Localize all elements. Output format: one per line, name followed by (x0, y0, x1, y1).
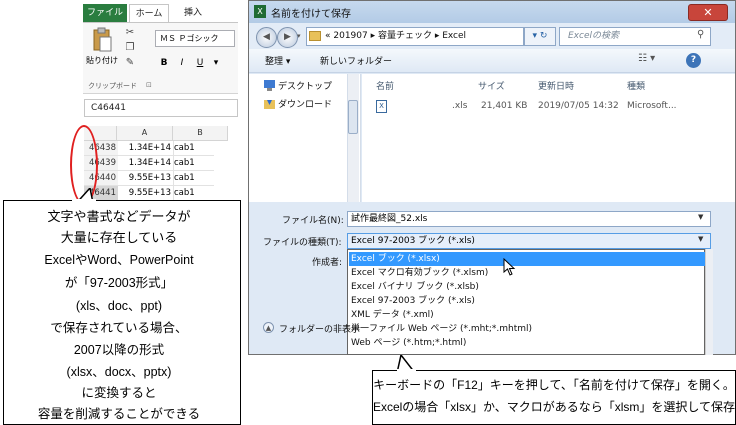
back-button[interactable]: ◀ (256, 27, 277, 48)
cell-b[interactable]: cab1 (172, 171, 214, 186)
underline-button[interactable]: U (193, 57, 207, 70)
downloads-icon (264, 100, 275, 109)
cut-icon[interactable]: ✂ (123, 27, 137, 39)
filetype-option[interactable]: Excel マクロ有効ブック (*.xlsm) (349, 266, 705, 280)
callout-left-line: が「97-2003形式」 (64, 276, 174, 290)
forward-button[interactable]: ▶ (277, 27, 298, 48)
mouse-cursor-icon (503, 258, 516, 276)
italic-button[interactable]: I (175, 57, 189, 70)
cell-b[interactable]: cab1 (172, 141, 214, 156)
new-folder-button[interactable]: 新しいフォルダー (320, 54, 392, 67)
column-name[interactable]: 名前 (376, 79, 394, 92)
file-name-ext[interactable]: .xls (452, 101, 467, 111)
filetype-label: ファイルの種類(T): (263, 238, 342, 248)
bold-button[interactable]: B (157, 57, 171, 70)
cell-a[interactable]: 9.55E+13 (117, 171, 174, 186)
column-header-b[interactable]: B (173, 126, 228, 141)
file-modified: 2019/07/05 14:32 (538, 101, 619, 111)
filetype-option[interactable]: 単一ファイル Web ページ (*.mht;*.mhtml) (349, 322, 705, 336)
filetype-option[interactable]: Excel 97-2003 ブック (*.xls) (349, 294, 705, 308)
address-bar[interactable]: « 201907 ▸ 容量チェック ▸ Excel (306, 27, 524, 46)
clipboard-launcher-icon[interactable]: ⊡ (146, 81, 152, 89)
cell-b[interactable]: cab1 (172, 156, 214, 171)
navigation-pane (249, 74, 361, 202)
column-type[interactable]: 種類 (627, 79, 645, 92)
filetype-option[interactable]: Excel ブック (*.xlsx) (349, 252, 705, 266)
callout-left-line: 容量を削減することができる (37, 407, 201, 421)
name-box[interactable]: C46441 (84, 99, 238, 117)
chevron-down-icon[interactable]: ▼ (698, 235, 703, 243)
dropdown-scrollbar[interactable] (705, 249, 713, 355)
callout-left-line: で保存されている場合、 (50, 321, 188, 335)
file-size: 21,401 KB (481, 101, 528, 111)
filetype-select[interactable]: Excel 97-2003 ブック (*.xls) (347, 233, 711, 249)
close-button[interactable]: ✕ (688, 4, 728, 21)
filename-input[interactable]: 試作最終図_52.xls (347, 211, 711, 227)
search-input[interactable]: Excelの検索 (559, 27, 711, 46)
file-type: Microsoft... (627, 101, 677, 111)
callout-pointer-mask (397, 369, 416, 373)
chevron-up-icon[interactable]: ▲ (263, 322, 274, 333)
font-name-select[interactable]: ＭＳ Ｐゴシック (155, 30, 235, 47)
clipboard-group-label: クリップボード (88, 82, 137, 90)
tab-home[interactable]: ホーム (129, 4, 169, 22)
cell-a[interactable]: 1.34E+14 (117, 156, 174, 171)
callout-left-line: 文字や書式などデータが (47, 209, 191, 224)
callout-left-line: に変換すると (81, 386, 157, 400)
cell-b[interactable]: cab1 (172, 186, 214, 201)
refresh-button[interactable]: ▾ ↻ (524, 27, 556, 46)
hide-folders-toggle[interactable]: フォルダーの非表示 (279, 322, 360, 335)
help-button[interactable]: ? (686, 53, 701, 68)
nav-item-desktop[interactable]: デスクトップ (278, 79, 332, 92)
chevron-down-icon[interactable]: ▼ (698, 213, 703, 221)
underline-dropdown-icon[interactable]: ▾ (209, 57, 223, 70)
paste-label[interactable]: 貼り付け (86, 55, 118, 66)
column-modified[interactable]: 更新日時 (538, 79, 574, 92)
recent-locations-icon[interactable]: ▾ (297, 32, 301, 40)
tab-insert[interactable]: 挿入 (176, 4, 210, 22)
cell-a[interactable]: 9.55E+13 (117, 186, 174, 201)
callout-left-line: ExcelやWord、PowerPoint (44, 253, 194, 267)
filetype-option[interactable]: Excel バイナリ ブック (*.xlsb) (349, 280, 705, 294)
view-options-button[interactable]: ☷ ▾ (638, 53, 655, 64)
callout-left-line: 大量に存在している (60, 230, 178, 245)
organize-button[interactable]: 整理 ▾ (265, 54, 290, 67)
spreadsheet-grid: A B 46438 1.34E+14 cab1 46439 1.34E+14 c… (84, 126, 238, 206)
nav-item-downloads[interactable]: ダウンロード (278, 97, 332, 110)
callout-bottom-line: キーボードの「F12」キーを押して、「名前を付けて保存」を開く。 (373, 378, 735, 392)
callout-bottom-line: Excelの場合「xlsx」か、マクロがあるなら「xlsm」を選択して保存 (372, 400, 736, 414)
cell-a[interactable]: 1.34E+14 (117, 141, 174, 156)
author-label: 作成者: (312, 258, 343, 268)
callout-left-line: 2007以降の形式 (73, 343, 165, 357)
file-list (362, 74, 735, 202)
tab-file[interactable]: ファイル (83, 4, 127, 22)
desktop-icon (264, 80, 275, 91)
callout-left-line: (xlsx、docx、pptx) (66, 365, 172, 379)
filetype-option[interactable]: Web ページ (*.htm;*.html) (349, 336, 705, 350)
column-header-a[interactable]: A (117, 126, 173, 141)
scrollbar-thumb[interactable] (348, 100, 358, 134)
callout-left-line: (xls、doc、ppt) (75, 299, 163, 313)
column-size[interactable]: サイズ (478, 79, 505, 92)
nav-pane-scrollbar[interactable] (347, 74, 359, 202)
format-painter-icon[interactable]: ✎ (123, 57, 137, 69)
callout-pointer-mask (72, 199, 96, 203)
paste-icon[interactable] (92, 27, 112, 53)
folder-icon (309, 31, 321, 41)
excel-app-icon: X (254, 5, 266, 18)
filetype-option[interactable]: XML データ (*.xml) (349, 308, 705, 322)
filename-label: ファイル名(N): (282, 216, 344, 226)
dialog-title: 名前を付けて保存 (271, 9, 351, 20)
excel-file-icon[interactable]: X (376, 100, 387, 113)
copy-icon[interactable]: ❐ (123, 42, 137, 54)
search-icon[interactable]: ⚲ (697, 29, 704, 40)
